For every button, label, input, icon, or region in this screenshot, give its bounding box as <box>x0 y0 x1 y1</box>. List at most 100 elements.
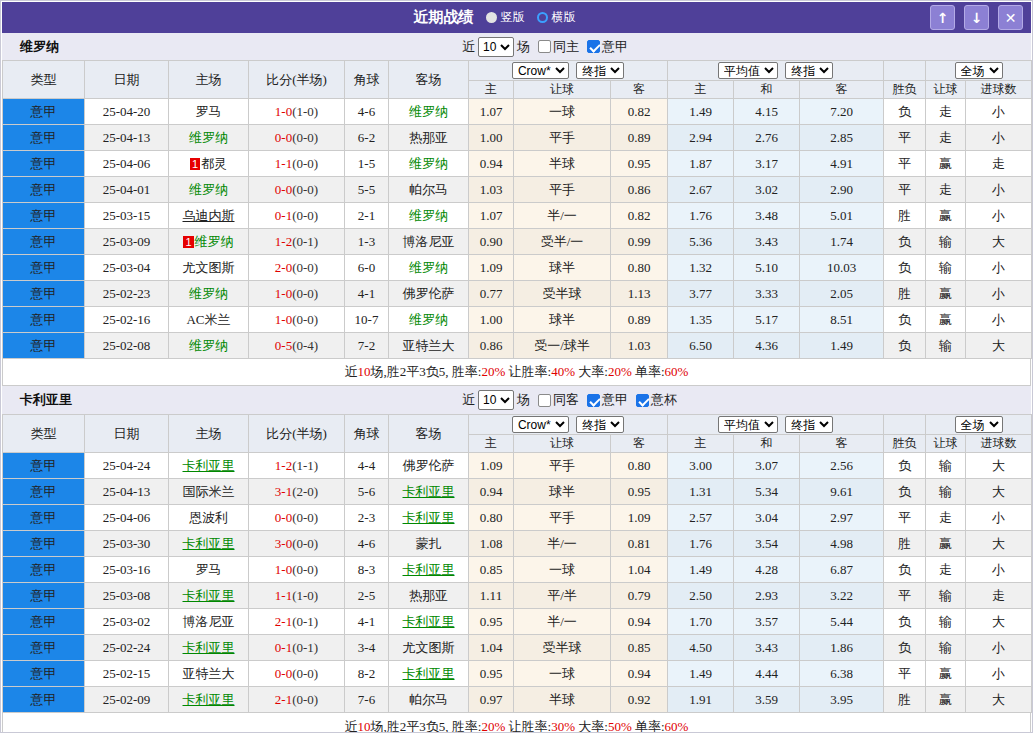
team-name-link[interactable]: 乌迪内斯 <box>183 208 235 223</box>
corner-cell: 10-7 <box>345 307 389 333</box>
league-cell[interactable]: 意甲 <box>3 307 85 333</box>
result-cell: 负 <box>884 635 926 661</box>
league-cell[interactable]: 意甲 <box>3 583 85 609</box>
team-name-link[interactable]: 博洛尼亚 <box>183 614 235 629</box>
odds-home-cell: 1.07 <box>469 203 514 229</box>
league-cell[interactable]: 意甲 <box>3 635 85 661</box>
col-type: 类型 <box>3 61 85 99</box>
vertical-layout-radio[interactable] <box>486 12 497 23</box>
league-cell[interactable]: 意甲 <box>3 661 85 687</box>
team-name-link[interactable]: 罗马 <box>196 104 222 119</box>
average-select[interactable]: 平均值 <box>718 62 778 79</box>
team-name-link[interactable]: 卡利亚里 <box>183 458 235 473</box>
league-cell[interactable]: 意甲 <box>3 479 85 505</box>
league-filter-checkbox[interactable] <box>636 394 649 407</box>
team-name-link[interactable]: 都灵 <box>201 156 227 171</box>
team-name-link[interactable]: 尤文图斯 <box>403 640 455 655</box>
team-name-link[interactable]: 热那亚 <box>409 588 448 603</box>
avg-final-odds-select[interactable]: 终指 <box>785 62 833 79</box>
fulltime-score: 2-1 <box>275 692 292 707</box>
league-filter-checkbox[interactable] <box>587 394 600 407</box>
team-name-link[interactable]: AC米兰 <box>186 312 230 327</box>
horizontal-layout-radio[interactable] <box>537 12 548 23</box>
same-venue-checkbox[interactable] <box>538 394 551 407</box>
fulltime-score: 1-0 <box>275 562 292 577</box>
scroll-down-button[interactable]: ↓ <box>964 5 989 30</box>
league-cell[interactable]: 意甲 <box>3 505 85 531</box>
team-name-link[interactable]: 亚特兰大 <box>403 338 455 353</box>
team-name-link[interactable]: 帕尔马 <box>409 692 448 707</box>
recent-count-select[interactable]: 10 <box>478 390 514 410</box>
team-name-link[interactable]: 热那亚 <box>409 130 448 145</box>
league-cell[interactable]: 意甲 <box>3 609 85 635</box>
team-name-link[interactable]: 卡利亚里 <box>403 562 455 577</box>
odds-company-select[interactable]: Crow* <box>512 62 569 79</box>
avg-draw-cell: 3.07 <box>734 453 800 479</box>
team-name-link[interactable]: 维罗纳 <box>189 286 228 301</box>
league-cell[interactable]: 意甲 <box>3 151 85 177</box>
team-name-link[interactable]: 亚特兰大 <box>183 666 235 681</box>
scroll-up-button[interactable]: ↑ <box>930 5 955 30</box>
team-name-link[interactable]: 维罗纳 <box>409 156 448 171</box>
team-name-link[interactable]: 维罗纳 <box>189 130 228 145</box>
team-name-link[interactable]: 卡利亚里 <box>403 484 455 499</box>
league-cell[interactable]: 意甲 <box>3 333 85 359</box>
date-cell: 25-04-24 <box>85 453 169 479</box>
league-cell[interactable]: 意甲 <box>3 557 85 583</box>
corner-cell: 2-3 <box>345 505 389 531</box>
average-select[interactable]: 平均值 <box>718 416 778 433</box>
handicap-result-cell: 输 <box>926 229 966 255</box>
team-name-link[interactable]: 卡利亚里 <box>183 640 235 655</box>
league-filter-checkbox[interactable] <box>587 40 600 53</box>
team-name-link[interactable]: 罗马 <box>196 562 222 577</box>
team-name-link[interactable]: 佛罗伦萨 <box>403 458 455 473</box>
league-cell[interactable]: 意甲 <box>3 531 85 557</box>
recent-count-select[interactable]: 10 <box>478 37 514 57</box>
team-name-link[interactable]: 佛罗伦萨 <box>403 286 455 301</box>
team-name-link[interactable]: 帕尔马 <box>409 182 448 197</box>
team-name-link[interactable]: 卡利亚里 <box>183 536 235 551</box>
avg-final-odds-select[interactable]: 终指 <box>785 416 833 433</box>
final-odds-select[interactable]: 终指 <box>576 62 624 79</box>
league-cell[interactable]: 意甲 <box>3 687 85 713</box>
avg-home-cell: 1.70 <box>668 609 734 635</box>
league-cell[interactable]: 意甲 <box>3 229 85 255</box>
team-name-link[interactable]: 蒙扎 <box>416 536 442 551</box>
odds-handicap-cell: 受半球 <box>514 635 611 661</box>
team-name-link[interactable]: 维罗纳 <box>409 104 448 119</box>
league-cell[interactable]: 意甲 <box>3 203 85 229</box>
team-name-link[interactable]: 卡利亚里 <box>403 666 455 681</box>
team-name-link[interactable]: 博洛尼亚 <box>403 234 455 249</box>
summary-text: 20% <box>481 364 505 380</box>
team-name-link[interactable]: 卡利亚里 <box>403 614 455 629</box>
halftime-score: (0-0) <box>292 182 318 197</box>
team-name-link[interactable]: 国际米兰 <box>183 484 235 499</box>
odds-company-select[interactable]: Crow* <box>512 416 569 433</box>
team-name-link[interactable]: 维罗纳 <box>409 260 448 275</box>
close-button[interactable]: ✕ <box>998 5 1023 30</box>
team-name-link[interactable]: 卡利亚里 <box>403 510 455 525</box>
handicap-result-cell: 走 <box>926 505 966 531</box>
team-name-link[interactable]: 卡利亚里 <box>183 588 235 603</box>
team-name-link[interactable]: 维罗纳 <box>189 182 228 197</box>
team-name-link[interactable]: 维罗纳 <box>409 312 448 327</box>
league-cell[interactable]: 意甲 <box>3 177 85 203</box>
league-cell[interactable]: 意甲 <box>3 99 85 125</box>
league-cell[interactable]: 意甲 <box>3 255 85 281</box>
team-name-link[interactable]: 卡利亚里 <box>183 692 235 707</box>
team-name-link[interactable]: 恩波利 <box>189 510 228 525</box>
odds-handicap-cell: 半球 <box>514 687 611 713</box>
league-cell[interactable]: 意甲 <box>3 125 85 151</box>
team-name-link[interactable]: 维罗纳 <box>409 208 448 223</box>
scope-select[interactable]: 全场 <box>955 416 1003 433</box>
scope-select[interactable]: 全场 <box>955 62 1003 79</box>
league-cell[interactable]: 意甲 <box>3 453 85 479</box>
final-odds-select[interactable]: 终指 <box>576 416 624 433</box>
league-cell[interactable]: 意甲 <box>3 281 85 307</box>
same-venue-checkbox[interactable] <box>538 40 551 53</box>
team-name-link[interactable]: 维罗纳 <box>195 234 234 249</box>
team-name-link[interactable]: 维罗纳 <box>189 338 228 353</box>
team-name-link[interactable]: 尤文图斯 <box>183 260 235 275</box>
avg-home-cell: 2.50 <box>668 583 734 609</box>
odds-away-cell: 0.79 <box>611 583 668 609</box>
